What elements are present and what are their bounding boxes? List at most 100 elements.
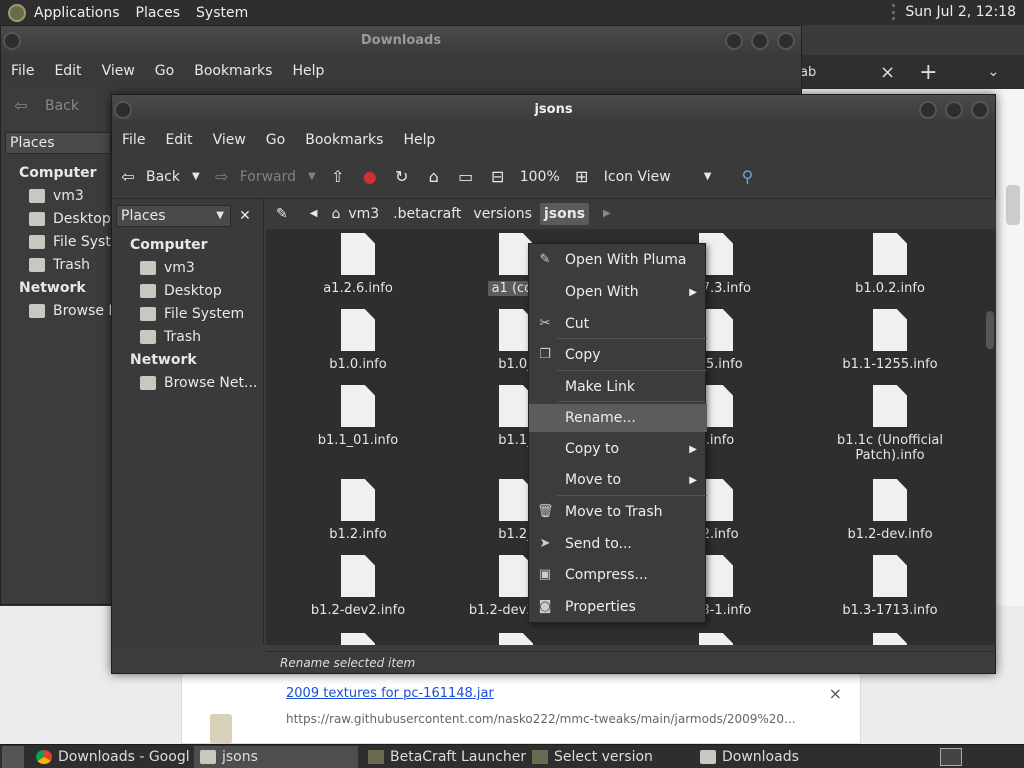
home-button[interactable]: ⌂	[418, 167, 450, 187]
back-button[interactable]: Back	[45, 98, 79, 114]
file-item[interactable]: b1.1c (Unofficial Patch).info	[820, 385, 960, 463]
file-item-partial[interactable]	[646, 633, 786, 645]
up-button[interactable]: ⇧	[322, 167, 354, 187]
sidebar-item-browse-network[interactable]: Browse Net...	[140, 375, 257, 391]
ctx-item-cut[interactable]: ✂ Cut	[529, 310, 707, 338]
search-button[interactable]: ⚲	[731, 167, 763, 187]
menu-go[interactable]: Go	[256, 132, 295, 148]
sidebar-item-desktop[interactable]: Desktop	[140, 283, 222, 299]
sidebar-close-icon[interactable]: ✕	[234, 205, 256, 227]
path-crumb-vm3[interactable]: vm3	[344, 203, 383, 225]
zoom-out-button[interactable]: ⊟	[482, 167, 514, 187]
ctx-item-send-to[interactable]: ➤ Send to...	[529, 530, 707, 558]
file-item[interactable]: b1.2-dev2.info	[288, 555, 428, 618]
forward-button[interactable]: ⇨ Forward	[206, 167, 302, 187]
edit-location-icon[interactable]: ✎	[272, 203, 292, 225]
places-menu[interactable]: Places	[128, 5, 189, 21]
maximize-icon[interactable]	[945, 101, 963, 119]
show-desktop-icon[interactable]	[2, 745, 24, 768]
file-item[interactable]: b1.1_01.info	[288, 385, 428, 448]
file-item[interactable]: b1.2.info	[288, 479, 428, 542]
file-item-partial[interactable]	[288, 633, 428, 645]
menu-help[interactable]: Help	[282, 63, 334, 79]
task-select-version[interactable]: Select version	[526, 746, 690, 768]
ctx-item-properties[interactable]: ◙ Properties	[529, 593, 707, 621]
path-scroll-right-icon[interactable]: ▶	[599, 203, 615, 225]
download-close-icon[interactable]: ×	[829, 684, 842, 703]
view-mode-select[interactable]: Icon View	[598, 169, 698, 185]
system-logo-icon[interactable]	[8, 3, 26, 22]
tab-list-chevron-icon[interactable]: ⌄	[988, 64, 1000, 80]
view-mode-chevron-icon[interactable]: ▼	[698, 171, 718, 182]
task-jsons[interactable]: jsons	[194, 745, 358, 768]
back-button[interactable]: ⇦ Back	[112, 167, 186, 187]
ctx-item-copy-to[interactable]: Copy to ▶	[529, 435, 707, 463]
minimize-icon[interactable]	[919, 101, 937, 119]
window-menu-icon[interactable]	[114, 101, 132, 119]
system-menu[interactable]: System	[188, 5, 256, 21]
icon-view-scrollbar[interactable]	[982, 229, 996, 645]
menu-edit[interactable]: Edit	[44, 63, 91, 79]
stop-button[interactable]: ●	[354, 167, 386, 187]
zoom-level[interactable]: 100%	[514, 169, 566, 185]
file-item[interactable]: b1.3-1713.info	[820, 555, 960, 618]
scrollbar-thumb[interactable]	[986, 311, 994, 349]
new-tab-icon[interactable]: +	[919, 60, 937, 85]
sidebar-item-trash[interactable]: Trash	[140, 329, 201, 345]
clock[interactable]: Sun Jul 2, 12:18	[892, 4, 1016, 20]
path-home-icon[interactable]: ⌂	[327, 203, 344, 225]
back-arrow-icon[interactable]: ⇦	[11, 96, 31, 116]
places-combo[interactable]: Places ▼	[116, 205, 231, 227]
ctx-item-move-to[interactable]: Move to ▶	[529, 466, 707, 494]
menu-bookmarks[interactable]: Bookmarks	[295, 132, 393, 148]
file-item[interactable]: a1.2.6.info	[288, 233, 428, 296]
ctx-item-compress[interactable]: ▣ Compress...	[529, 561, 707, 589]
ctx-item-make-link[interactable]: Make Link	[529, 373, 707, 401]
file-item[interactable]: b1.1-1255.info	[820, 309, 960, 372]
sidebar-item-filesystem[interactable]: File System	[140, 306, 244, 322]
task-downloads[interactable]: Downloads	[694, 746, 858, 768]
ctx-item-open-with-pluma[interactable]: ✎ Open With Pluma	[529, 246, 707, 274]
menu-file[interactable]: File	[1, 63, 44, 79]
file-item[interactable]: b1.0.info	[288, 309, 428, 372]
tab-close-icon[interactable]: ×	[880, 62, 895, 83]
sidebar-item-vm3[interactable]: vm3	[29, 188, 84, 204]
menu-go[interactable]: Go	[145, 63, 184, 79]
forward-history-chevron-icon[interactable]: ▼	[302, 171, 322, 182]
sidebar-item-desktop[interactable]: Desktop	[29, 211, 111, 227]
sidebar-item-vm3[interactable]: vm3	[140, 260, 195, 276]
minimize-icon[interactable]	[725, 32, 743, 50]
path-crumb-jsons[interactable]: jsons	[539, 203, 590, 225]
ctx-item-rename[interactable]: Rename...	[529, 404, 707, 432]
window-menu-icon[interactable]	[3, 32, 21, 50]
task-chrome-downloads[interactable]: Downloads - Googl...	[30, 746, 190, 768]
back-history-chevron-icon[interactable]: ▼	[186, 171, 206, 182]
file-item-partial[interactable]	[820, 633, 960, 645]
ctx-item-move-to-trash[interactable]: 🗑 Move to Trash	[529, 498, 707, 526]
sidebar-item-trash[interactable]: Trash	[29, 257, 90, 273]
zoom-in-button[interactable]: ⊞	[566, 167, 598, 187]
menu-view[interactable]: View	[203, 132, 256, 148]
menu-file[interactable]: File	[112, 132, 155, 148]
path-crumb-versions[interactable]: versions	[469, 203, 536, 225]
path-crumb-betacraft[interactable]: .betacraft	[389, 203, 465, 225]
reload-button[interactable]: ↻	[386, 167, 418, 187]
file-item[interactable]: b1.0.2.info	[820, 233, 960, 296]
menu-view[interactable]: View	[92, 63, 145, 79]
menu-help[interactable]: Help	[393, 132, 445, 148]
menu-edit[interactable]: Edit	[155, 132, 202, 148]
download-link[interactable]: 2009 textures for pc-161148.jar	[286, 686, 494, 701]
file-item[interactable]: b1.2-dev.info	[820, 479, 960, 542]
path-scroll-left-icon[interactable]: ◀	[306, 203, 322, 225]
close-icon[interactable]	[777, 32, 795, 50]
file-item-partial[interactable]	[446, 633, 586, 645]
workspace-switcher[interactable]	[940, 747, 962, 766]
chrome-scroll-thumb[interactable]	[1006, 185, 1020, 225]
task-betacraft[interactable]: BetaCraft Launcher ...	[362, 746, 526, 768]
close-icon[interactable]	[971, 101, 989, 119]
ctx-item-open-with[interactable]: Open With ▶	[529, 278, 707, 306]
places-combo[interactable]: Places	[5, 132, 111, 154]
applications-menu[interactable]: Applications	[26, 5, 128, 21]
ctx-item-copy[interactable]: ❐ Copy	[529, 341, 707, 369]
menu-bookmarks[interactable]: Bookmarks	[184, 63, 282, 79]
